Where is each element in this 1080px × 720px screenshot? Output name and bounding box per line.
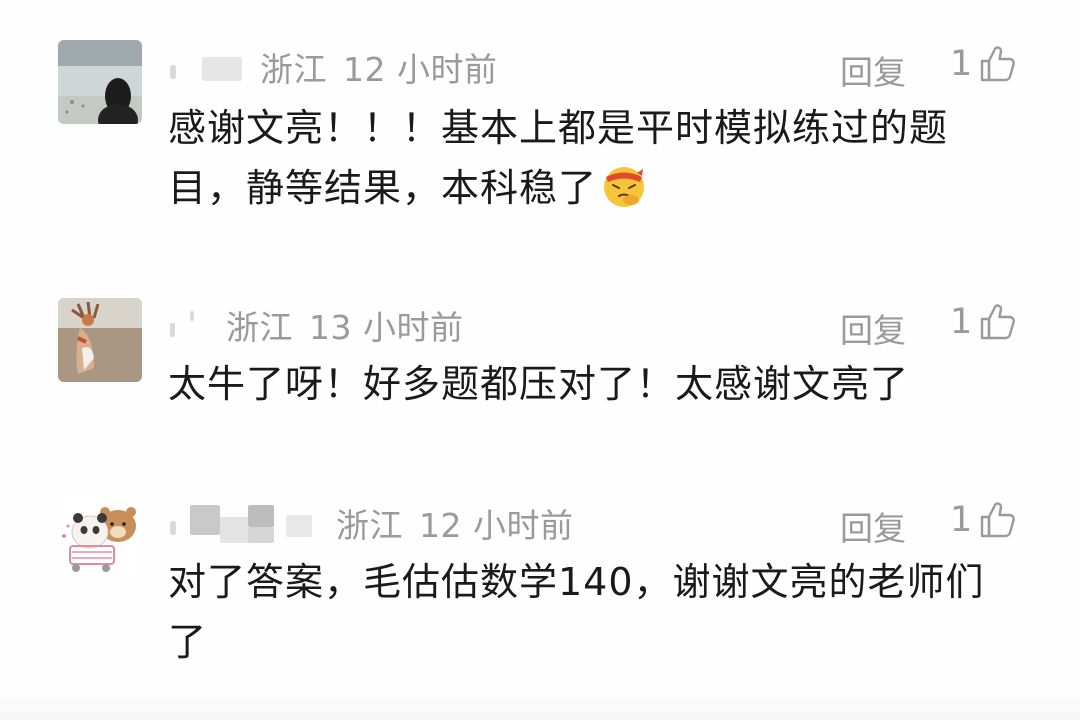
like-count: 1	[950, 302, 973, 342]
comment-text: 对了答案，毛估估数学140，谢谢文亮的老师们了	[168, 560, 985, 664]
like-count: 1	[950, 44, 973, 84]
comment-time: 13 小时前	[309, 308, 464, 347]
thumbs-up-icon	[981, 304, 1016, 340]
username-redacted[interactable]	[168, 503, 324, 543]
comment-list: 浙江 12 小时前 回复 1 感谢文亮！！！基本上都是平时模拟练过的题目，静等结…	[0, 0, 1080, 720]
username-redacted[interactable]	[168, 305, 214, 345]
reply-button[interactable]: 回复	[840, 304, 906, 352]
like-count: 1	[950, 500, 973, 540]
comment-text: 太牛了呀！好多题都压对了！太感谢文亮了	[168, 362, 910, 406]
comment-meta: 浙江 13 小时前	[168, 300, 463, 350]
comment-text-content: 感谢文亮！！！基本上都是平时模拟练过的题目，静等结果，本科稳了	[168, 106, 949, 210]
avatar[interactable]	[58, 298, 142, 382]
reply-button[interactable]: 回复	[840, 46, 906, 94]
comment-location: 浙江	[226, 308, 293, 347]
like-button[interactable]: 1	[950, 302, 1018, 342]
like-button[interactable]: 1	[950, 500, 1018, 540]
like-button[interactable]: 1	[950, 44, 1018, 84]
comment-time: 12 小时前	[419, 506, 574, 545]
thumbs-up-icon	[981, 46, 1016, 82]
username-redacted[interactable]	[168, 47, 248, 87]
thumbs-up-icon	[981, 502, 1016, 538]
comment-meta: 浙江 12 小时前	[168, 498, 573, 548]
comment-location: 浙江	[336, 506, 403, 545]
thinking-face-emoji	[604, 167, 645, 207]
comment-text: 感谢文亮！！！基本上都是平时模拟练过的题目，静等结果，本科稳了	[168, 98, 1018, 218]
comment-location: 浙江	[260, 50, 327, 89]
bottom-fade	[0, 690, 1080, 720]
comment-meta: 浙江 12 小时前	[168, 42, 497, 92]
avatar[interactable]	[58, 40, 142, 124]
avatar[interactable]	[58, 496, 142, 580]
comment-time: 12 小时前	[343, 50, 498, 89]
reply-button[interactable]: 回复	[840, 502, 906, 550]
